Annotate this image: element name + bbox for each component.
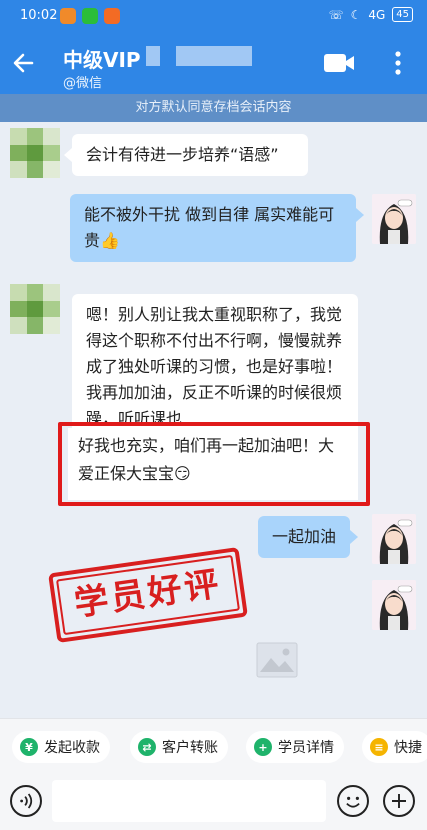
red-highlight-frame — [58, 422, 370, 506]
message-text: 会计有待进一步培养“语感” — [86, 145, 279, 164]
message-bubble[interactable]: 能不被外干扰 做到自律 属实难能可贵👍 — [70, 194, 364, 262]
redacted-name — [146, 46, 160, 66]
signal-icon: 4G — [368, 7, 386, 22]
input-bar — [0, 774, 427, 830]
wifi-call-icon: ☏ — [328, 7, 344, 22]
chat-header: 中级VIP @微信 — [0, 32, 427, 94]
user-add-icon: + — [254, 738, 272, 756]
quick-action-customer-transfer[interactable]: ⇄ 客户转账 — [130, 731, 228, 763]
quick-action-student-details[interactable]: + 学员详情 — [246, 731, 344, 763]
quick-action-shortcut[interactable]: ≡ 快捷 — [362, 731, 427, 763]
status-indicators: ☏ ☾ 4G 45 — [329, 7, 413, 22]
back-arrow-icon[interactable] — [10, 48, 40, 78]
avatar[interactable] — [10, 128, 60, 178]
girl-avatar-icon — [372, 194, 416, 244]
orange-app-icon — [60, 8, 76, 24]
girl-avatar-icon — [372, 580, 416, 630]
girl-avatar-icon — [372, 514, 416, 564]
chat-subtitle: @微信 — [63, 76, 103, 91]
avatar[interactable] — [10, 284, 60, 334]
message-bubble[interactable]: 会计有待进一步培养“语感” — [64, 134, 308, 176]
image-placeholder-icon[interactable] — [256, 642, 298, 678]
chip-label: 客户转账 — [162, 740, 218, 756]
video-call-icon[interactable] — [322, 50, 356, 76]
chip-label: 学员详情 — [278, 740, 334, 756]
chat-title: 中级VIP — [63, 48, 141, 72]
chip-label: 发起收款 — [44, 740, 100, 756]
message-bubble[interactable]: 一起加油 — [258, 516, 359, 558]
voice-icon[interactable] — [10, 785, 42, 817]
avatar[interactable] — [372, 514, 416, 564]
yuan-icon: ¥ — [20, 738, 38, 756]
quick-icon: ≡ — [370, 738, 388, 756]
review-stamp: 学员好评 — [48, 546, 248, 644]
message-text: 能不被外干扰 做到自律 属实难能可贵 — [84, 205, 335, 250]
avatar[interactable] — [372, 194, 416, 244]
status-bar: 10:02 ☏ ☾ 4G 45 — [0, 0, 427, 32]
chat-area[interactable]: 会计有待进一步培养“语感” 能不被外干扰 做到自律 属实难能可贵👍 嗯！别人别让… — [0, 122, 427, 718]
transfer-icon: ⇄ — [138, 738, 156, 756]
plus-icon[interactable] — [383, 785, 415, 817]
thumbs-up-icon: 👍 — [100, 231, 120, 250]
battery-icon: 45 — [392, 7, 413, 22]
avatar[interactable] — [372, 580, 416, 630]
quick-action-collect-payment[interactable]: ¥ 发起收款 — [12, 731, 110, 763]
status-time: 10:02 — [20, 8, 58, 23]
quick-action-bar: ¥ 发起收款 ⇄ 客户转账 + 学员详情 ≡ 快捷 — [0, 718, 427, 774]
message-input[interactable] — [52, 780, 326, 822]
message-text: 一起加油 — [272, 527, 337, 546]
emoji-icon[interactable] — [337, 785, 369, 817]
redacted-name — [176, 46, 252, 66]
archive-notice: 对方默认同意存档会话内容 — [0, 94, 427, 122]
message-text: 嗯！别人别让我太重视职称了，我觉得这个职称不付出不行啊，慢慢就养成了独处听课的习… — [86, 305, 343, 428]
orange-square-icon — [104, 8, 120, 24]
chip-label: 快捷 — [394, 740, 422, 756]
more-menu-icon[interactable] — [386, 47, 410, 79]
moon-icon: ☾ — [350, 7, 362, 22]
green-wechat-icon — [82, 8, 98, 24]
